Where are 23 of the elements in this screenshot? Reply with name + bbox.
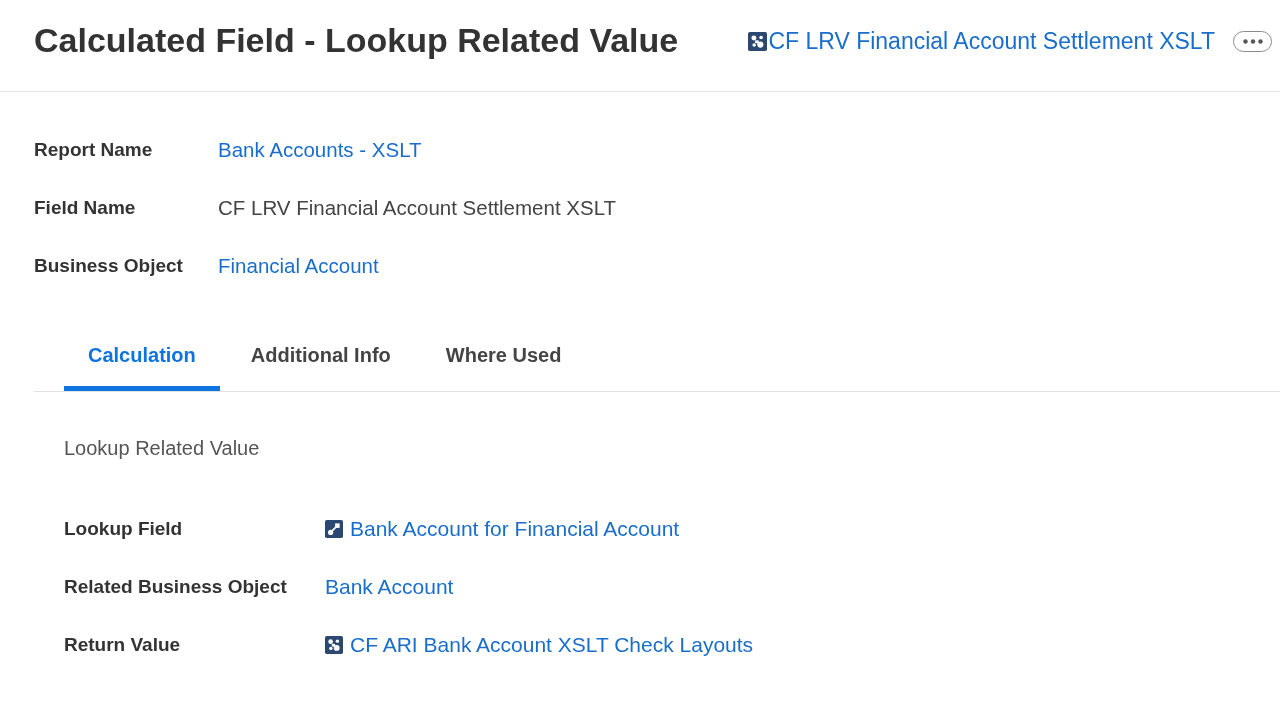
- tab[interactable]: Calculation: [64, 320, 220, 391]
- field-value-link[interactable]: Bank Account: [325, 575, 454, 599]
- field-label: Field Name: [34, 197, 136, 219]
- field-value-link[interactable]: Financial Account: [218, 254, 379, 277]
- field-value-text: CF LRV Financial Account Settlement XSLT: [218, 196, 617, 219]
- tab[interactable]: Additional Info: [226, 320, 415, 391]
- page-title: Calculated Field - Lookup Related Value: [34, 21, 679, 60]
- field-value-link[interactable]: Bank Accounts - XSLT: [218, 138, 422, 161]
- tab[interactable]: Where Used: [421, 320, 586, 391]
- calculated-field-icon: [325, 636, 343, 654]
- field-label: Related Business Object: [64, 576, 287, 598]
- more-button[interactable]: [1233, 30, 1272, 52]
- field-label: Report Name: [34, 139, 153, 161]
- relation-icon: [325, 520, 343, 538]
- calculation-type-text: Lookup Related Value: [64, 436, 260, 460]
- field-label: Lookup Field: [64, 518, 183, 540]
- related-field-link[interactable]: CF LRV Financial Account Settlement XSLT: [748, 27, 1215, 55]
- field-label: Business Object: [34, 255, 183, 277]
- ellipsis-icon: [1242, 38, 1263, 44]
- field-label: Return Value: [64, 634, 181, 656]
- field-value-link[interactable]: CF ARI Bank Account XSLT Check Layouts: [325, 633, 754, 657]
- field-value-link[interactable]: Bank Account for Financial Account: [325, 517, 680, 541]
- calculated-field-icon: [748, 31, 768, 51]
